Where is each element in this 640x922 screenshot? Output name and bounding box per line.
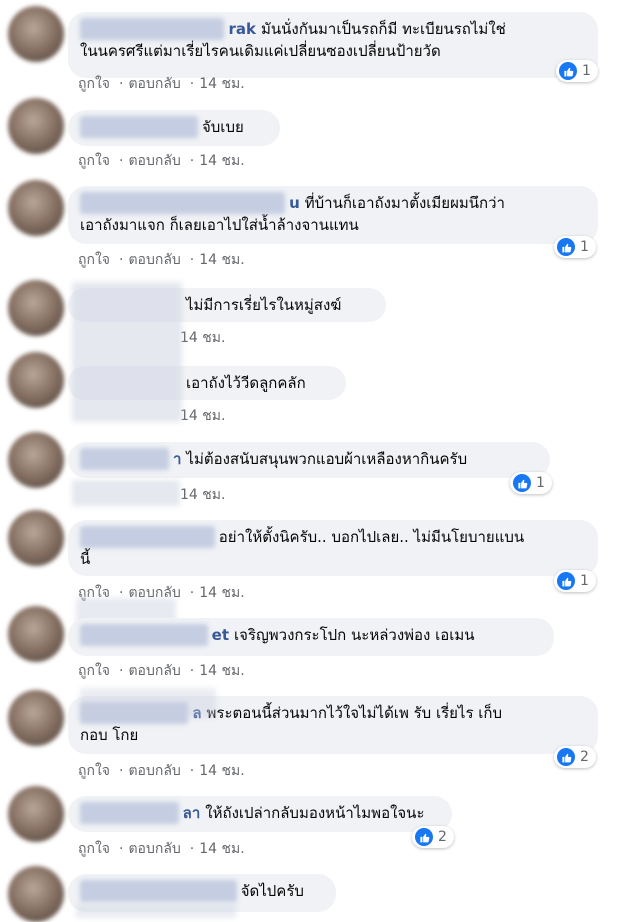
comment-bubble: Xxxxxxxx Xxxxxxrakมันนั่งกันมาเป็นรถก็มี… <box>68 12 598 78</box>
commenter-name-tail[interactable]: rak <box>228 20 256 38</box>
commenter-name-tail[interactable]: า <box>173 450 181 468</box>
like-reaction-icon <box>415 828 433 846</box>
like-link[interactable]: ถูกใจ <box>78 252 110 268</box>
commenter-name[interactable]: Xxxxxx Xxxxxxx <box>80 526 215 548</box>
comment-bubble: Xxxxxxxxxา ไม่ต้องสนับสนุนพวกแอบผ้าเหลือง… <box>68 442 550 478</box>
reaction-count[interactable]: 2 <box>554 746 596 768</box>
timestamp[interactable]: 14 ชม. <box>199 763 244 779</box>
reaction-count[interactable]: 1 <box>554 570 596 592</box>
avatar[interactable] <box>8 352 64 408</box>
comment-text: ที่บ้านก็เอาถังมาตั้งเมียผมนึกว่า <box>304 194 505 212</box>
reaction-count[interactable]: 1 <box>510 472 552 494</box>
reaction-count[interactable]: 1 <box>554 236 596 258</box>
comment-actions: ถูกใจ · ตอบกลับ · 14 ชม. <box>78 153 245 169</box>
avatar[interactable] <box>8 786 64 842</box>
redaction-blur <box>72 480 180 506</box>
comment-bubble: Xxxxxxxxxxxxxxxxxxxxxuที่บ้านก็เอาถังมาต… <box>68 186 598 244</box>
like-link[interactable]: ถูกใจ <box>78 76 110 92</box>
comment-actions: ถูกใจ · ตอบกลับ · 14 ชม. <box>78 252 245 268</box>
reaction-number: 1 <box>580 573 589 589</box>
comment-bubble: Xxxxxxxxxxxxxet เจริญพวงกระโปก นะหล่วงพ่อ… <box>68 618 554 656</box>
comment-bubble: Xxxxxxxxxxลาให้ถังเปล่ากลับมองหน้าไมพอใจ… <box>68 796 452 832</box>
like-reaction-icon <box>557 238 575 256</box>
avatar[interactable] <box>8 690 64 746</box>
comment-text-line2: ในนครศรีแต่มาเรี่ยไรคนเดิมแค่เปลี่ยนซองเ… <box>80 42 441 60</box>
timestamp[interactable]: 14 ชม. <box>180 408 225 424</box>
timestamp[interactable]: 14 ชม. <box>199 841 244 857</box>
like-link[interactable]: ถูกใจ <box>78 153 110 169</box>
comment-actions: 14 ชม. <box>180 405 229 427</box>
commenter-name[interactable]: Xxxxxxxxx <box>80 448 169 470</box>
like-reaction-icon <box>513 474 531 492</box>
like-link[interactable]: ถูกใจ <box>78 841 110 857</box>
reaction-number: 2 <box>580 749 589 765</box>
reply-link[interactable]: ตอบกลับ <box>128 76 180 92</box>
comment-actions: ถูกใจ · ตอบกลับ · 14 ชม. <box>78 841 245 857</box>
reaction-count[interactable]: 2 <box>412 826 454 848</box>
commenter-name-tail[interactable]: ลา <box>183 804 201 822</box>
timestamp[interactable]: 14 ชม. <box>180 330 225 346</box>
commenter-name[interactable]: Xxxxxxxx Xxxxxx <box>80 18 225 40</box>
avatar[interactable] <box>8 510 64 566</box>
avatar[interactable] <box>8 180 64 236</box>
comment-text: มันนั่งกันมาเป็นรถก็มี ทะเบียนรถไม่ใช่ <box>260 20 506 38</box>
reaction-count[interactable]: 1 <box>556 60 598 82</box>
comment-bubble: Xxxxxx Xxxxxxxอย่าให้ตั้งนิครับ.. บอกไปเ… <box>68 520 598 576</box>
comment-text: จัดไปครับ <box>240 882 304 900</box>
comment-actions: 14 ชม. <box>180 484 229 506</box>
comment-actions: 14 ชม. <box>180 327 229 349</box>
timestamp[interactable]: 14 ชม. <box>199 153 244 169</box>
comment-actions: ถูกใจ · ตอบกลับ · 14 ชม. <box>78 76 245 92</box>
reaction-number: 1 <box>582 63 591 79</box>
avatar[interactable] <box>8 98 64 154</box>
timestamp[interactable]: 14 ชม. <box>199 585 244 601</box>
like-reaction-icon <box>559 62 577 80</box>
commenter-name[interactable]: Xxxxxxxxxxxxxxxxxxxxx <box>80 192 286 214</box>
comment-text: เจริญพวงกระโปก นะหล่วงพ่อง เอเมน <box>234 626 475 644</box>
reply-link[interactable]: ตอบกลับ <box>128 663 180 679</box>
reply-link[interactable]: ตอบกลับ <box>128 153 180 169</box>
comment-text-line2: เอาถังมาแจก ก็เลยเอาไปใส่น้ำล้างจานแทน <box>80 216 359 234</box>
reply-link[interactable]: ตอบกลับ <box>128 763 180 779</box>
timestamp[interactable]: 14 ชม. <box>199 252 244 268</box>
commenter-name-tail[interactable]: u <box>289 194 300 212</box>
comment-text: พระตอนนี้ส่วนมากไว้ใจไม่ได้เพ รับ เรี่ยไ… <box>206 704 503 722</box>
reply-link[interactable]: ตอบกลับ <box>128 841 180 857</box>
avatar[interactable] <box>8 280 64 336</box>
like-link[interactable]: ถูกใจ <box>78 763 110 779</box>
comment-text: ให้ถังเปล่ากลับมองหน้าไมพอใจนะ <box>205 804 425 822</box>
commenter-name[interactable]: Xxxxxxxxxxxxx <box>80 624 208 646</box>
comment-text: ไม่ต้องสนับสนุนพวกแอบผ้าเหลืองหากินครับ <box>186 450 468 468</box>
reaction-number: 2 <box>438 829 447 845</box>
redaction-blur <box>76 904 236 918</box>
commenter-name-tail[interactable]: et <box>212 626 229 644</box>
commenter-name[interactable]: Xxxxxxxxxxxx <box>80 116 198 138</box>
like-link[interactable]: ถูกใจ <box>78 663 110 679</box>
like-reaction-icon <box>557 572 575 590</box>
avatar[interactable] <box>8 606 64 662</box>
avatar[interactable] <box>8 6 64 62</box>
timestamp[interactable]: 14 ชม. <box>180 487 225 503</box>
comment-bubble: Xxxxxxxxxxxxจับเบย <box>68 110 280 146</box>
comment-text: เอาถังไว้วีดลูกคลัก <box>186 374 306 392</box>
commenter-name[interactable]: Xxxxxxxxxxxxxxxx <box>80 880 237 902</box>
avatar[interactable] <box>8 866 64 922</box>
avatar[interactable] <box>8 432 64 488</box>
comment-text: อย่าให้ตั้งนิครับ.. บอกไปเลย.. ไม่มีนโยบ… <box>218 528 525 546</box>
comment-actions: ถูกใจ · ตอบกลับ · 14 ชม. <box>78 663 245 679</box>
comment-actions: ถูกใจ · ตอบกลับ · 14 ชม. <box>78 763 245 779</box>
comment-text-line2: กอบ โกย <box>80 726 139 744</box>
comment-text-line2: นี้ <box>80 550 91 568</box>
like-reaction-icon <box>557 748 575 766</box>
redaction-blur <box>80 688 216 718</box>
reply-link[interactable]: ตอบกลับ <box>128 252 180 268</box>
comment-text: ไม่มีการเรี่ยไรในหมู่สงฆ์ <box>186 296 342 314</box>
reaction-number: 1 <box>580 239 589 255</box>
timestamp[interactable]: 14 ชม. <box>199 76 244 92</box>
commenter-name[interactable]: Xxxxxxxxxx <box>80 802 179 824</box>
redaction-blur <box>72 282 182 422</box>
comment-text: จับเบย <box>202 118 244 136</box>
timestamp[interactable]: 14 ชม. <box>199 663 244 679</box>
reaction-number: 1 <box>536 475 545 491</box>
